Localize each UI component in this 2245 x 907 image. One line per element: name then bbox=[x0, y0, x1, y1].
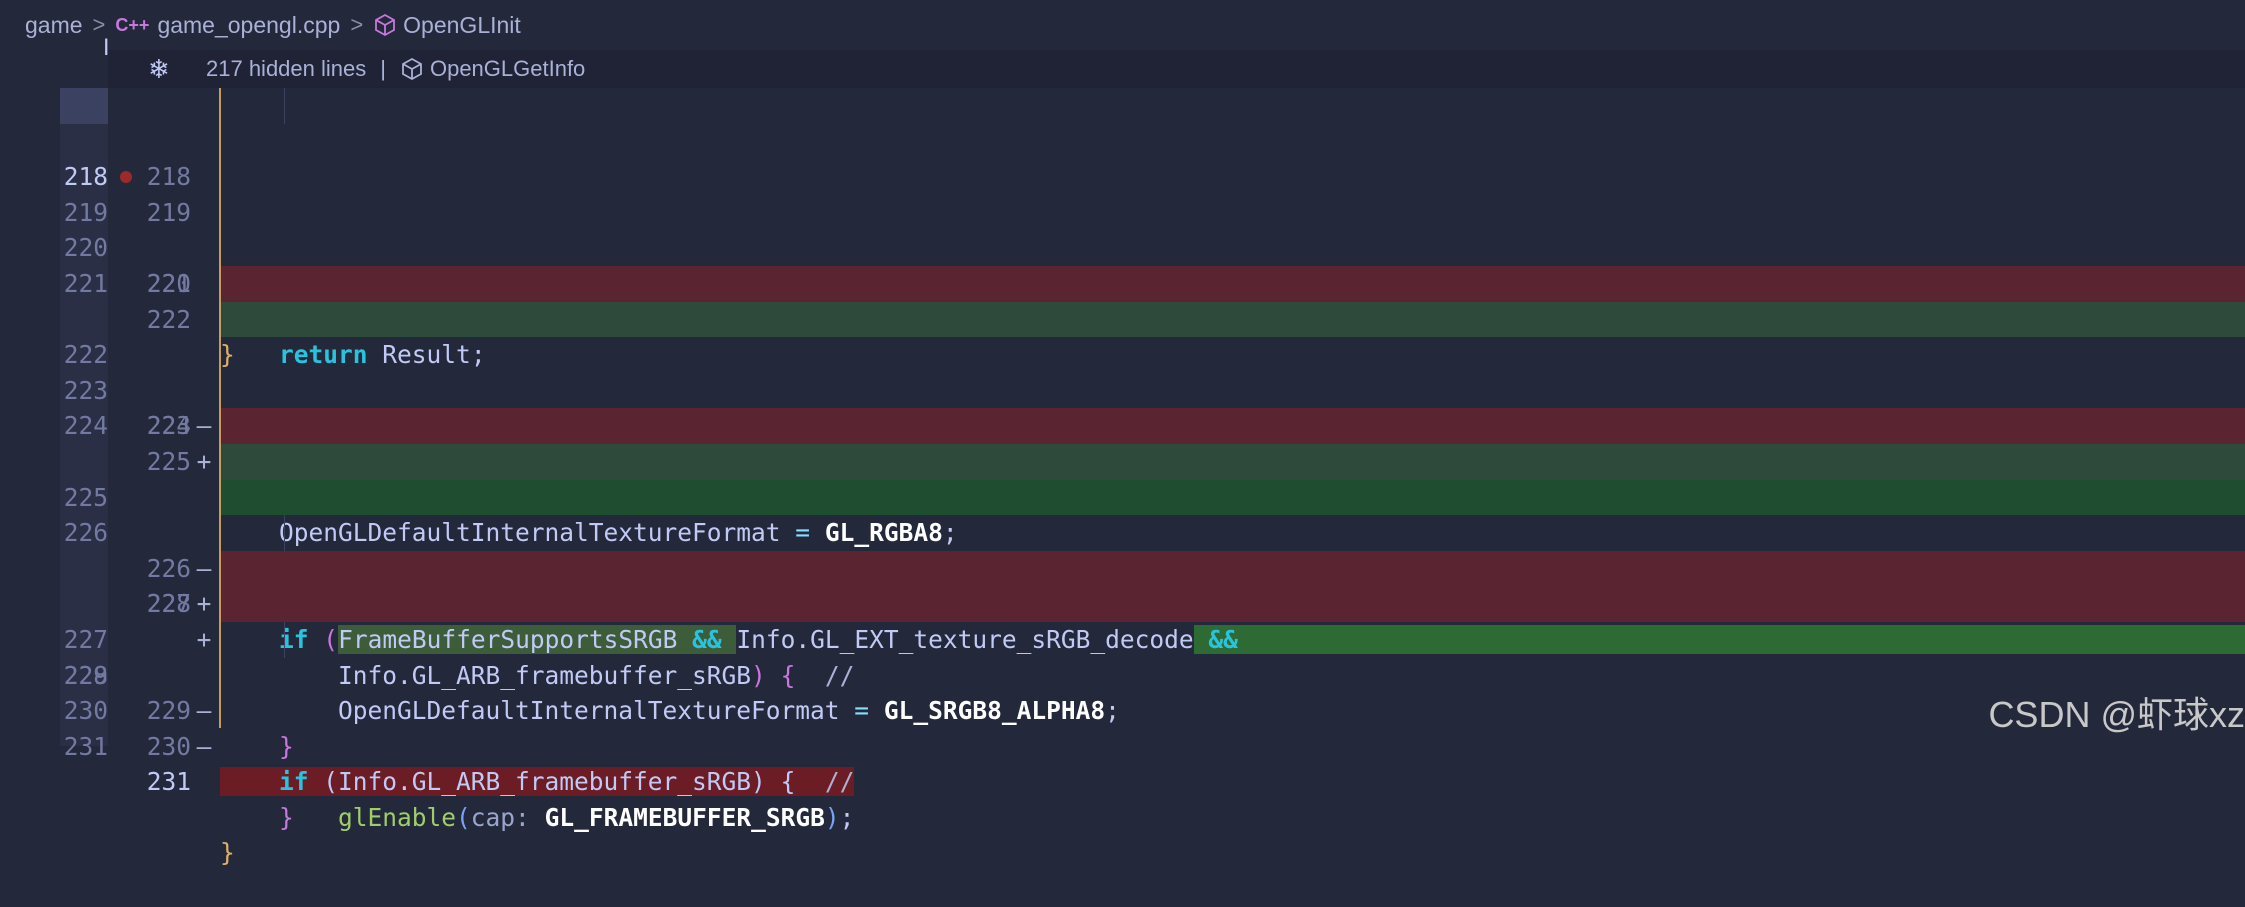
diff-editor[interactable]: 218 At = End; 218 219 } 219 220 return R… bbox=[0, 88, 2245, 749]
deleted-line[interactable]: 222 — void OpenGLInit(bool32 ModernConte… bbox=[0, 266, 2245, 302]
code-line[interactable]: 231 231 } bbox=[0, 693, 2245, 729]
breadcrumb-symbol[interactable]: OpenGLInit bbox=[403, 12, 521, 39]
line-background bbox=[220, 266, 2245, 302]
line-background bbox=[220, 586, 2245, 622]
code-line[interactable]: 218 At = End; bbox=[0, 88, 2245, 124]
code-text: } bbox=[220, 835, 235, 871]
line-background bbox=[220, 444, 2245, 480]
line-background bbox=[220, 408, 2245, 444]
indent-guide bbox=[284, 88, 285, 124]
code-line[interactable]: 221 222 bbox=[0, 230, 2245, 266]
hidden-lines-count: 217 hidden lines bbox=[206, 56, 366, 82]
line-background bbox=[220, 302, 2245, 338]
symbol-cube-icon bbox=[400, 57, 424, 81]
code-line[interactable]: 220 221 } bbox=[0, 195, 2245, 231]
breakpoint-icon[interactable] bbox=[120, 171, 132, 183]
indent-guide bbox=[284, 515, 285, 551]
line-background bbox=[220, 551, 2245, 587]
code-line[interactable]: 228 OpenGLDefaultInternalTextureFormat =… bbox=[0, 515, 2245, 551]
cpp-file-icon: C++ bbox=[115, 15, 149, 36]
chevron-right-icon: > bbox=[350, 12, 363, 38]
code-line[interactable]: 224 opengl_info Info = OpenGLGetInfo(Mod… bbox=[0, 337, 2245, 373]
new-line-number: 231 bbox=[135, 764, 191, 800]
code-text: } bbox=[220, 800, 294, 836]
unfold-icon[interactable]: ❄ bbox=[148, 54, 176, 85]
hidden-lines-bar[interactable]: ❄ 217 hidden lines | OpenGLGetInfo bbox=[108, 50, 2245, 88]
line-background bbox=[220, 480, 2245, 516]
added-line[interactable]: 227 + Info.GL_ARB_framebuffer_sRGB) { // bbox=[0, 480, 2245, 516]
deleted-line[interactable]: 227 — } bbox=[0, 551, 2245, 587]
indent-guide bbox=[284, 622, 285, 658]
code-line[interactable]: 218 219 } bbox=[0, 124, 2245, 160]
code-line[interactable]: 230 230 } bbox=[0, 658, 2245, 694]
deleted-line[interactable]: 225 — if (Info.GL_EXT_texture_sRGB_decod… bbox=[0, 408, 2245, 444]
chevron-right-icon: > bbox=[93, 12, 106, 38]
hidden-lines-symbol[interactable]: OpenGLGetInfo bbox=[430, 56, 585, 82]
added-line[interactable]: 223 223 + void OpenGLInit(bool32 ModernC… bbox=[0, 302, 2245, 338]
watermark: CSDN @虾球xz bbox=[1988, 686, 2245, 738]
code-line[interactable]: 219 220 return Result; bbox=[0, 159, 2245, 195]
code-text: if (Info.GL_ARB_framebuffer_sRGB) { // bbox=[220, 764, 854, 800]
breadcrumb-file[interactable]: game_opengl.cpp bbox=[157, 12, 340, 39]
scope-guide bbox=[219, 88, 221, 728]
symbol-cube-icon bbox=[373, 13, 397, 37]
separator: | bbox=[380, 56, 386, 82]
code-text: glEnable(cap: GL_FRAMEBUFFER_SRGB); bbox=[220, 800, 854, 836]
text-cursor-icon: I bbox=[103, 36, 110, 61]
deleted-line[interactable]: 228 — if (Info.GL_ARB_framebuffer_sRGB) … bbox=[0, 586, 2245, 622]
breadcrumb: game > C++ game_opengl.cpp > OpenGLInit bbox=[0, 0, 2245, 50]
code-line[interactable]: 224 225 OpenGLDefaultInternalTextureForm… bbox=[0, 373, 2245, 409]
breadcrumb-folder[interactable]: game bbox=[25, 12, 83, 39]
code-line[interactable]: 229 229 glEnable(cap: GL_FRAMEBUFFER_SRG… bbox=[0, 622, 2245, 658]
added-line[interactable]: 226 226 + if (FrameBufferSupportsSRGB &&… bbox=[0, 444, 2245, 480]
